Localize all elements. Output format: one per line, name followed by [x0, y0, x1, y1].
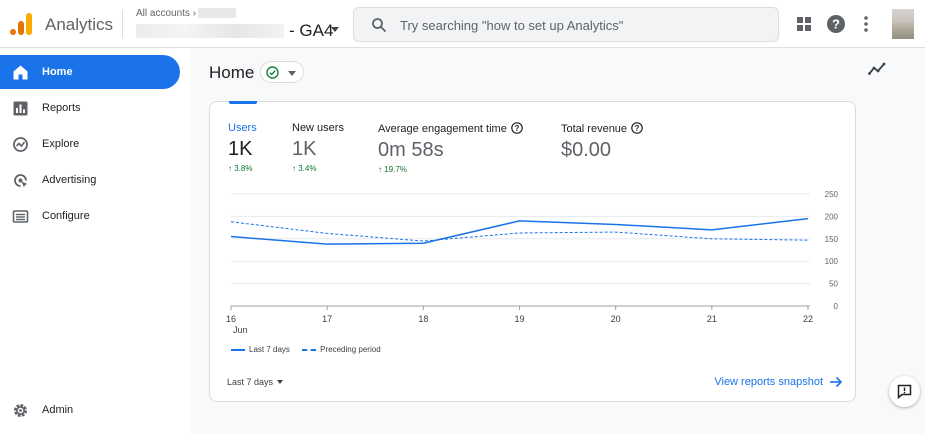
x-tick-label: 18 [418, 314, 428, 324]
x-tick-label: 22 [803, 314, 813, 324]
legend-label: Last 7 days [249, 345, 290, 354]
chevron-down-icon [288, 71, 296, 76]
metric-label: New users [292, 122, 344, 134]
redacted-account-name [198, 8, 236, 18]
sidebar-item-label: Advertising [42, 174, 97, 186]
configure-icon [12, 210, 29, 223]
y-tick-label: 250 [825, 190, 839, 199]
metric-change: ↑ 3.8% [228, 164, 253, 173]
search-bar[interactable] [353, 7, 779, 42]
metric-label: Users [228, 122, 257, 134]
breadcrumb[interactable]: All accounts › [136, 8, 196, 19]
sidebar-item-admin[interactable]: Admin [0, 393, 180, 427]
chevron-down-icon[interactable] [331, 27, 339, 32]
insights-icon[interactable] [868, 62, 886, 76]
redacted-property-name[interactable] [136, 24, 284, 38]
metric-avg-engagement-time[interactable]: Average engagement time? 0m 58s ↑ 19.7% [378, 122, 523, 174]
metric-value: 1K [228, 138, 253, 160]
svg-text:?: ? [832, 17, 840, 32]
x-tick-label: 16 [226, 314, 236, 324]
sidebar-item-label: Reports [42, 102, 81, 114]
top-app-bar: Analytics All accounts › - GA4 ? [0, 0, 925, 48]
header-divider [122, 10, 123, 38]
legend-swatch-solid [231, 348, 245, 351]
y-tick-label: 200 [825, 212, 839, 221]
metric-change-value: 19.7% [384, 165, 407, 174]
metric-change: ↑ 3.4% [292, 164, 317, 173]
metric-new-users[interactable]: New users 1K ↑ 3.4% [292, 122, 344, 173]
metric-change: ↑ 19.7% [378, 165, 407, 174]
x-tick-label: 21 [707, 314, 717, 324]
sidebar-item-label: Explore [42, 138, 80, 150]
avatar[interactable] [892, 9, 914, 39]
search-input[interactable] [400, 16, 760, 34]
help-icon[interactable]: ? [826, 14, 846, 34]
advertising-icon [14, 174, 28, 188]
gear-icon [14, 404, 27, 417]
sidebar: Home Reports Explore Advertising Configu… [0, 48, 190, 434]
help-icon[interactable]: ? [511, 122, 523, 134]
feedback-icon [897, 384, 912, 399]
sidebar-item-advertising[interactable]: Advertising [0, 163, 180, 197]
metric-value: $0.00 [561, 139, 612, 161]
chart-legend: Last 7 days Preceding period [231, 345, 391, 354]
x-tick-label: 19 [514, 314, 524, 324]
series-line-last-7-days [230, 217, 809, 245]
view-reports-snapshot-link[interactable]: View reports snapshot [714, 376, 823, 388]
y-tick-label: 0 [834, 302, 839, 311]
svg-text:?: ? [514, 124, 519, 133]
metric-change-value: 3.4% [298, 164, 317, 173]
app-name[interactable]: Analytics [45, 15, 113, 35]
date-range-label: Last 7 days [227, 377, 274, 387]
sidebar-item-label: Configure [42, 210, 90, 222]
metric-label-text: Average engagement time [378, 123, 507, 135]
page-title: Home [209, 63, 255, 82]
metric-change-value: 3.8% [234, 164, 253, 173]
help-icon[interactable]: ? [631, 122, 643, 134]
x-tick-label: 17 [322, 314, 332, 324]
metric-label-text: Total revenue [561, 123, 628, 135]
sidebar-item-label: Home [42, 66, 73, 78]
breadcrumb-label[interactable]: All accounts [136, 8, 190, 19]
metric-label: Total revenue? [561, 122, 643, 135]
chevron-down-icon [277, 380, 284, 384]
metric-value: 0m 58s [378, 139, 444, 161]
check-circle-icon [266, 66, 279, 79]
home-icon [13, 65, 28, 80]
sidebar-item-explore[interactable]: Explore [0, 127, 180, 161]
sidebar-item-configure[interactable]: Configure [0, 199, 180, 233]
search-icon [372, 18, 386, 32]
y-tick-label: 150 [825, 235, 839, 244]
metric-value: 1K [292, 138, 317, 160]
y-tick-label: 100 [825, 257, 839, 266]
series-line-preceding-period [230, 221, 809, 242]
y-tick-label: 50 [829, 280, 838, 289]
reports-icon [13, 101, 28, 116]
more-vert-icon[interactable] [856, 14, 876, 34]
svg-text:?: ? [635, 124, 640, 133]
overview-card: Users 1K ↑ 3.8% New users 1K ↑ 3.4% Aver… [209, 101, 856, 402]
sidebar-item-reports[interactable]: Reports [0, 91, 180, 125]
property-selector[interactable]: - GA4 [289, 21, 333, 41]
date-range-selector[interactable]: Last 7 days [227, 377, 284, 387]
legend-swatch-dashed [302, 348, 317, 351]
apps-grid-icon[interactable] [794, 14, 814, 34]
metric-total-revenue[interactable]: Total revenue? $0.00 [561, 122, 643, 162]
x-tick-label: 20 [611, 314, 621, 324]
metric-users[interactable]: Users 1K ↑ 3.8% [228, 122, 257, 173]
feedback-button[interactable] [889, 376, 920, 407]
line-chart: 0 50 100 150 200 250 16 17 18 19 20 21 22 Jun [226, 190, 839, 335]
explore-icon [13, 137, 28, 152]
active-tab-indicator [229, 101, 257, 104]
arrow-forward-icon[interactable] [829, 376, 843, 388]
metric-label: Average engagement time? [378, 122, 523, 135]
sidebar-item-label: Admin [42, 404, 74, 416]
legend-label: Preceding period [320, 345, 381, 354]
x-tick-sublabel: Jun [233, 325, 248, 335]
legend-item-current[interactable]: Last 7 days [231, 345, 290, 354]
sidebar-item-home[interactable]: Home [0, 55, 180, 89]
legend-item-previous[interactable]: Preceding period [302, 345, 381, 354]
status-chip[interactable] [260, 61, 304, 83]
analytics-logo-icon[interactable] [10, 13, 32, 35]
